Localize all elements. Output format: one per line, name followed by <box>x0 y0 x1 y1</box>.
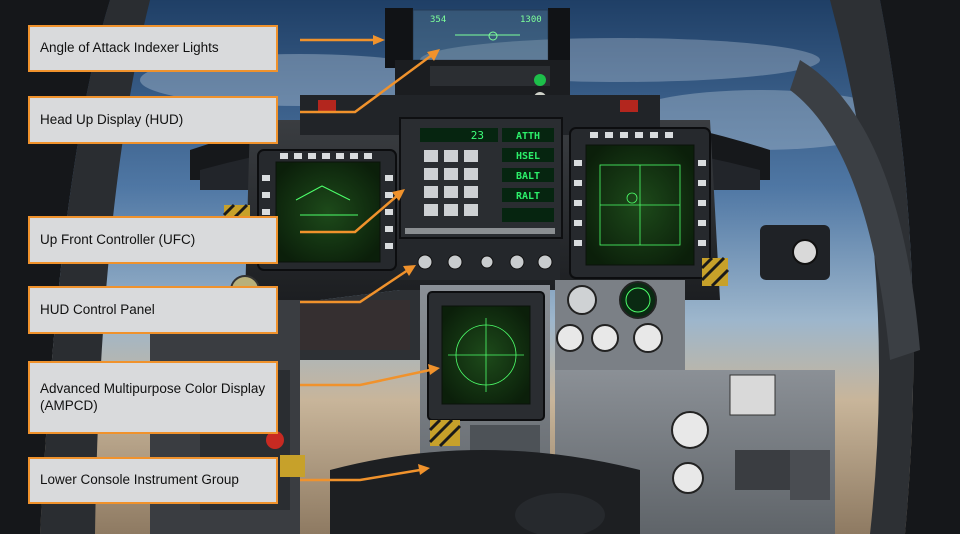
callout-lower-console: Lower Console Instrument Group <box>28 457 278 504</box>
callout-aoa-indexer-label: Angle of Attack Indexer Lights <box>40 40 219 56</box>
ufc-option-2: HSEL <box>516 151 540 162</box>
ufc-scratchpad: 23 <box>471 129 484 142</box>
hud-heading-right: 1300 <box>520 15 542 25</box>
callout-ufc: Up Front Controller (UFC) <box>28 216 278 264</box>
callout-ufc-label: Up Front Controller (UFC) <box>40 231 196 247</box>
ufc-option-1: ATTH <box>516 131 540 142</box>
callout-ampcd: Advanced Multipurpose Color Display (AMP… <box>28 361 278 434</box>
ufc-option-4: RALT <box>516 191 540 202</box>
callout-ampcd-label: Advanced Multipurpose Color Display (AMP… <box>40 380 266 413</box>
callout-hud: Head Up Display (HUD) <box>28 96 278 144</box>
callout-lower-console-label: Lower Console Instrument Group <box>40 472 239 488</box>
callout-hud-control-panel: HUD Control Panel <box>28 286 278 334</box>
ufc-option-3: BALT <box>516 171 540 182</box>
cockpit-illustration: 354 1300 23 ATTH HSEL BALT RALT <box>0 0 960 534</box>
hud-heading-left: 354 <box>430 15 446 25</box>
cockpit-screenshot: 354 1300 23 ATTH HSEL BALT RALT Angle of… <box>0 0 960 534</box>
callout-aoa-indexer: Angle of Attack Indexer Lights <box>28 25 278 72</box>
callout-hud-control-panel-label: HUD Control Panel <box>40 301 155 317</box>
callout-hud-label: Head Up Display (HUD) <box>40 111 184 127</box>
